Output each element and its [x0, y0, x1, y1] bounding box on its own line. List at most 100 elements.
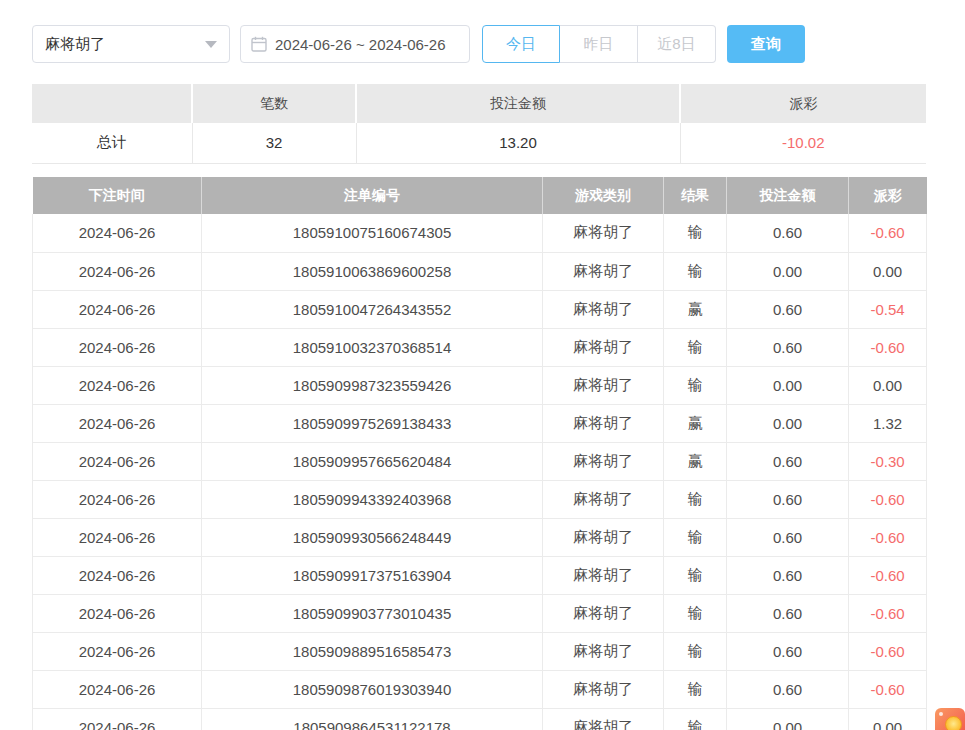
bet-time-cell: 2024-06-26 [33, 214, 202, 252]
payout-cell: -0.60 [849, 556, 927, 594]
summary-total-label: 总计 [32, 123, 192, 163]
bet-time-cell: 2024-06-26 [33, 480, 202, 518]
date-range-value: 2024-06-26 ~ 2024-06-26 [275, 36, 446, 53]
bet-amount-cell: 0.00 [727, 404, 849, 442]
payout-cell: 1.32 [849, 404, 927, 442]
quick-range-group: 今日 昨日 近8日 [482, 25, 716, 63]
bet-amount-cell: 0.60 [727, 632, 849, 670]
game-type-cell: 麻将胡了 [543, 214, 664, 252]
table-row: 2024-06-261805909943392403968麻将胡了输0.60-0… [33, 480, 927, 518]
yesterday-button[interactable]: 昨日 [560, 25, 638, 63]
calendar-icon [251, 36, 267, 52]
widget-dot [939, 712, 943, 716]
result-cell: 输 [664, 252, 727, 290]
table-row: 2024-06-261805909975269138433麻将胡了赢0.001.… [33, 404, 927, 442]
table-row: 2024-06-261805910047264343552麻将胡了赢0.60-0… [33, 290, 927, 328]
coin-icon [945, 716, 962, 730]
result-cell: 输 [664, 366, 727, 404]
filter-bar: 麻将胡了 2024-06-26 ~ 2024-06-26 今日 昨日 近8日 查… [32, 25, 805, 63]
bet-id-cell: 1805909987323559426 [202, 366, 543, 404]
table-row: 2024-06-261805909957665620484麻将胡了赢0.60-0… [33, 442, 927, 480]
payout-cell: 0.00 [849, 252, 927, 290]
bet-time-cell: 2024-06-26 [33, 518, 202, 556]
summary-header-row: 笔数 投注金额 派彩 [32, 84, 926, 123]
column-header-bet-time-cell: 下注时间 [33, 177, 202, 214]
query-button[interactable]: 查询 [727, 25, 805, 63]
bet-table-body: 2024-06-261805910075160674305麻将胡了输0.60-0… [33, 214, 927, 730]
result-cell: 赢 [664, 442, 727, 480]
payout-cell: -0.60 [849, 594, 927, 632]
bet-id-cell: 1805909943392403968 [202, 480, 543, 518]
bet-id-cell: 1805910032370368514 [202, 328, 543, 366]
bet-id-cell: 1805909903773010435 [202, 594, 543, 632]
game-type-cell: 麻将胡了 [543, 670, 664, 708]
floating-coin-widget[interactable] [935, 708, 965, 730]
result-cell: 输 [664, 328, 727, 366]
column-header-bet-id-cell: 注单编号 [202, 177, 543, 214]
payout-cell: -0.60 [849, 518, 927, 556]
summary-header-empty [32, 84, 192, 123]
bet-time-cell: 2024-06-26 [33, 594, 202, 632]
bet-id-cell: 1805909917375163904 [202, 556, 543, 594]
table-row: 2024-06-261805910063869600258麻将胡了输0.000.… [33, 252, 927, 290]
result-cell: 输 [664, 670, 727, 708]
game-select-value: 麻将胡了 [45, 35, 105, 54]
game-select[interactable]: 麻将胡了 [32, 25, 230, 63]
payout-cell: -0.60 [849, 670, 927, 708]
bet-amount-cell: 0.00 [727, 252, 849, 290]
table-row: 2024-06-261805909917375163904麻将胡了输0.60-0… [33, 556, 927, 594]
bet-time-cell: 2024-06-26 [33, 252, 202, 290]
result-cell: 输 [664, 556, 727, 594]
bet-id-cell: 1805909930566248449 [202, 518, 543, 556]
bet-time-cell: 2024-06-26 [33, 442, 202, 480]
bet-amount-cell: 0.60 [727, 328, 849, 366]
last8days-button[interactable]: 近8日 [638, 25, 716, 63]
payout-cell: -0.30 [849, 442, 927, 480]
bet-amount-cell: 0.60 [727, 670, 849, 708]
bet-records-table: 下注时间注单编号游戏类别结果投注金额派彩 2024-06-26180591007… [32, 177, 927, 730]
result-cell: 输 [664, 708, 727, 730]
bet-time-cell: 2024-06-26 [33, 632, 202, 670]
bet-amount-cell: 0.00 [727, 708, 849, 730]
game-type-cell: 麻将胡了 [543, 708, 664, 730]
game-type-cell: 麻将胡了 [543, 290, 664, 328]
date-range-picker[interactable]: 2024-06-26 ~ 2024-06-26 [240, 25, 470, 63]
bet-amount-cell: 0.00 [727, 366, 849, 404]
game-type-cell: 麻将胡了 [543, 556, 664, 594]
result-cell: 赢 [664, 404, 727, 442]
payout-cell: -0.60 [849, 214, 927, 252]
today-button[interactable]: 今日 [482, 25, 560, 63]
bet-time-cell: 2024-06-26 [33, 708, 202, 730]
bet-id-cell: 1805909864531122178 [202, 708, 543, 730]
bet-amount-cell: 0.60 [727, 442, 849, 480]
result-cell: 输 [664, 518, 727, 556]
summary-header-count: 笔数 [192, 84, 356, 123]
payout-cell: 0.00 [849, 708, 927, 730]
game-type-cell: 麻将胡了 [543, 328, 664, 366]
table-row: 2024-06-261805909889516585473麻将胡了输0.60-0… [33, 632, 927, 670]
bet-id-cell: 1805910063869600258 [202, 252, 543, 290]
summary-payout-value: -10.02 [680, 123, 926, 163]
table-row: 2024-06-261805910075160674305麻将胡了输0.60-0… [33, 214, 927, 252]
bet-time-cell: 2024-06-26 [33, 670, 202, 708]
bet-id-cell: 1805910047264343552 [202, 290, 543, 328]
bet-amount-cell: 0.60 [727, 480, 849, 518]
game-type-cell: 麻将胡了 [543, 442, 664, 480]
bet-amount-cell: 0.60 [727, 556, 849, 594]
bet-amount-cell: 0.60 [727, 290, 849, 328]
bet-id-cell: 1805909889516585473 [202, 632, 543, 670]
payout-cell: -0.60 [849, 632, 927, 670]
game-type-cell: 麻将胡了 [543, 252, 664, 290]
bet-time-cell: 2024-06-26 [33, 366, 202, 404]
result-cell: 输 [664, 214, 727, 252]
result-cell: 输 [664, 632, 727, 670]
summary-count-value: 32 [192, 123, 356, 163]
column-header-bet-amount-cell: 投注金额 [727, 177, 849, 214]
bet-time-cell: 2024-06-26 [33, 328, 202, 366]
table-row: 2024-06-261805909876019303940麻将胡了输0.60-0… [33, 670, 927, 708]
result-cell: 输 [664, 480, 727, 518]
column-header-result-cell: 结果 [664, 177, 727, 214]
column-header-payout-cell: 派彩 [849, 177, 927, 214]
bet-records-page: 记录 麻将胡了 2024-06-26 ~ 2024-06-26 今日 昨日 近8… [0, 0, 965, 730]
game-type-cell: 麻将胡了 [543, 480, 664, 518]
